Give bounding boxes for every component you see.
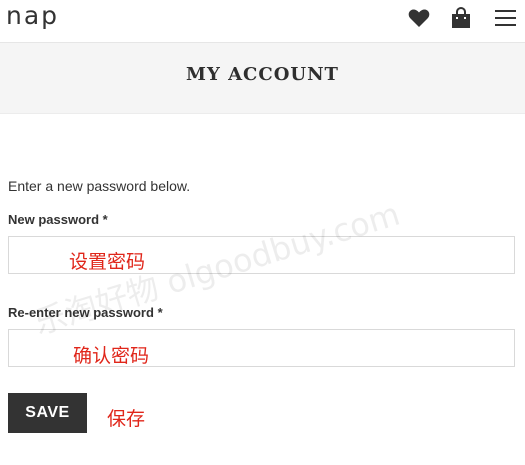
page-title: MY ACCOUNT xyxy=(186,64,339,85)
shopping-bag-icon[interactable] xyxy=(449,6,473,30)
annotation-save: 保存 xyxy=(107,408,146,430)
new-password-label: New password * xyxy=(8,212,108,227)
reenter-password-label-text: Re-enter new password xyxy=(8,305,154,320)
annotation-reenter-password: 确认密码 xyxy=(73,345,150,367)
page-hero: MY ACCOUNT xyxy=(0,43,525,114)
menu-icon[interactable] xyxy=(493,6,517,30)
site-header: nap xyxy=(0,0,525,43)
required-marker: * xyxy=(157,305,163,320)
annotation-new-password: 设置密码 xyxy=(69,251,146,273)
required-marker: * xyxy=(102,212,108,227)
site-logo[interactable]: nap xyxy=(6,0,59,32)
save-button[interactable]: SAVE xyxy=(8,393,87,433)
new-password-label-text: New password xyxy=(8,212,100,227)
reenter-password-label: Re-enter new password * xyxy=(8,305,163,320)
heart-icon[interactable] xyxy=(407,6,431,30)
form-intro-text: Enter a new password below. xyxy=(8,178,191,194)
